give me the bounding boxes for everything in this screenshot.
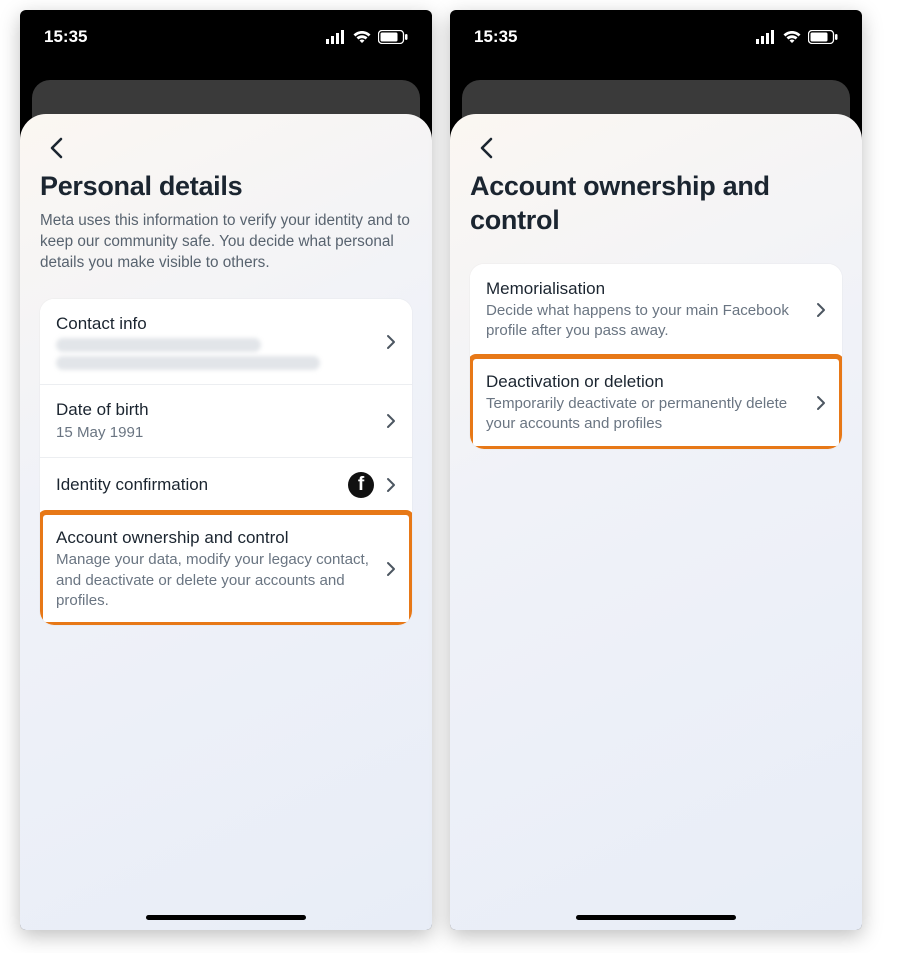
battery-icon	[808, 30, 838, 44]
battery-icon	[378, 30, 408, 44]
wifi-icon	[782, 30, 802, 44]
row-identity-confirmation[interactable]: Identity confirmation f	[40, 457, 412, 512]
row-deactivation-deletion[interactable]: Deactivation or deletion Temporarily dea…	[470, 356, 842, 449]
facebook-icon: f	[348, 472, 374, 498]
row-subtitle: Temporarily deactivate or permanently de…	[486, 394, 816, 435]
redacted-text	[56, 338, 261, 352]
chevron-right-icon	[386, 561, 396, 577]
row-title: Date of birth	[56, 399, 386, 420]
row-subtitle: Decide what happens to your main Faceboo…	[486, 301, 816, 342]
back-button[interactable]	[470, 132, 502, 164]
page-subtitle: Meta uses this information to verify you…	[40, 210, 412, 273]
status-bar: 15:35	[450, 10, 862, 64]
page-title: Account ownership and control	[470, 170, 842, 238]
row-title: Contact info	[56, 313, 386, 334]
settings-card: Contact info Date of birth 15 May 1991	[40, 299, 412, 625]
chevron-right-icon	[816, 395, 826, 411]
settings-card: Memorialisation Decide what happens to y…	[470, 264, 842, 449]
row-title: Deactivation or deletion	[486, 371, 816, 392]
chevron-right-icon	[386, 413, 396, 429]
status-time: 15:35	[44, 27, 87, 47]
chevron-left-icon	[479, 137, 493, 159]
row-title: Account ownership and control	[56, 527, 386, 548]
row-subtitle: 15 May 1991	[56, 423, 386, 443]
wifi-icon	[352, 30, 372, 44]
row-title: Identity confirmation	[56, 474, 348, 495]
back-button[interactable]	[40, 132, 72, 164]
phone-account-ownership: 15:35 Account ownership and control Memo…	[450, 10, 862, 930]
row-date-of-birth[interactable]: Date of birth 15 May 1991	[40, 384, 412, 457]
row-subtitle: Manage your data, modify your legacy con…	[56, 550, 386, 611]
chevron-right-icon	[816, 302, 826, 318]
home-indicator[interactable]	[146, 915, 306, 920]
sheet-account-ownership: Account ownership and control Memorialis…	[450, 114, 862, 930]
status-indicators	[326, 30, 408, 44]
chevron-left-icon	[49, 137, 63, 159]
sheet-personal-details: Personal details Meta uses this informat…	[20, 114, 432, 930]
phone-personal-details: 15:35 Personal details Meta uses this in…	[20, 10, 432, 930]
signal-icon	[326, 30, 346, 44]
signal-icon	[756, 30, 776, 44]
chevron-right-icon	[386, 477, 396, 493]
home-indicator[interactable]	[576, 915, 736, 920]
status-indicators	[756, 30, 838, 44]
redacted-text	[56, 356, 320, 370]
status-time: 15:35	[474, 27, 517, 47]
page-title: Personal details	[40, 170, 412, 204]
status-bar: 15:35	[20, 10, 432, 64]
chevron-right-icon	[386, 334, 396, 350]
row-memorialisation[interactable]: Memorialisation Decide what happens to y…	[470, 264, 842, 356]
row-title: Memorialisation	[486, 278, 816, 299]
row-contact-info[interactable]: Contact info	[40, 299, 412, 384]
row-account-ownership[interactable]: Account ownership and control Manage you…	[40, 512, 412, 625]
